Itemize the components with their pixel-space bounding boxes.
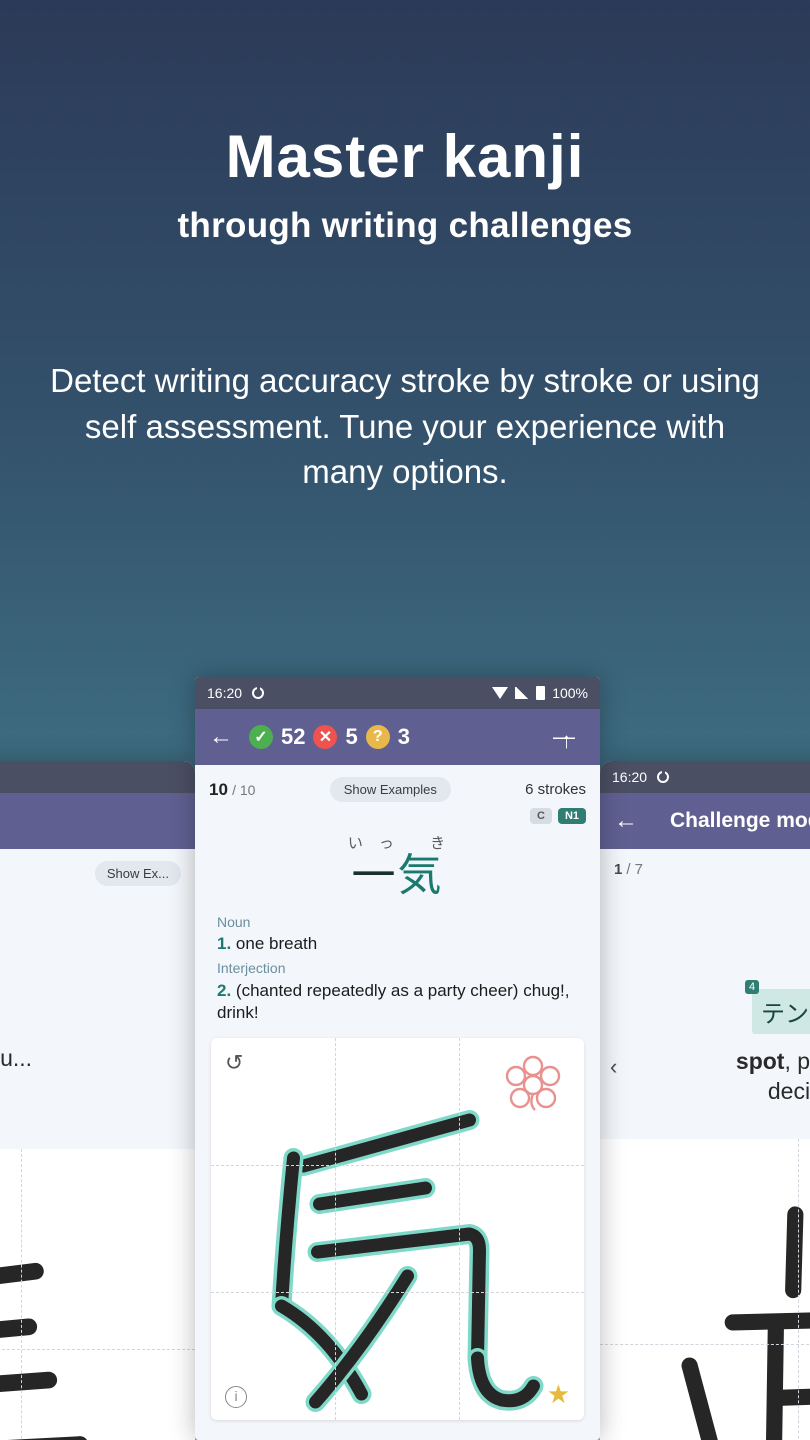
right-definition: spot, point, m decimal: [600, 1047, 810, 1107]
left-status-bar: 16:20: [0, 761, 195, 793]
kanji-char-1: 一: [351, 851, 398, 900]
status-indicator-icon: [657, 770, 670, 783]
hero-section: Master kanji through writing challenges …: [0, 0, 810, 495]
page-body-text: Detect writing accuracy stroke by stroke…: [50, 362, 760, 491]
page-title: Master kanji: [225, 123, 585, 190]
center-status-bar: 16:20 100%: [195, 677, 600, 709]
check-icon: ✓: [249, 725, 273, 749]
center-meta-row: 10 / 10 Show Examples 6 strokes: [195, 765, 600, 806]
definition-rest: , point, m: [784, 1048, 810, 1074]
battery-icon: [536, 686, 546, 700]
right-status-bar: 16:20: [600, 761, 810, 793]
wifi-icon: [492, 687, 509, 699]
definition-number-1: 1.: [217, 934, 232, 954]
wrong-count: 5: [345, 724, 358, 749]
back-icon[interactable]: ←: [209, 725, 233, 749]
card-index: 10: [209, 779, 228, 799]
signal-icon: [515, 687, 530, 699]
left-show-examples-button[interactable]: Show Ex...: [94, 861, 181, 886]
status-time: 16:20: [612, 769, 648, 785]
tag-row: C N1: [195, 806, 600, 824]
part-of-speech-1: Noun: [217, 914, 251, 931]
definitions-block: Noun 1. one breath Interjection 2. (chan…: [195, 903, 600, 1024]
tag-jlpt: N1: [557, 808, 586, 824]
left-drawing-card[interactable]: [0, 1149, 195, 1440]
definition-text-1: one breath: [235, 934, 318, 954]
definition-number-2: 2.: [217, 980, 232, 1000]
right-index: 1: [614, 861, 623, 878]
right-kanji-strokes: [681, 1206, 810, 1440]
center-content: 10 / 10 Show Examples 6 strokes C N1 いっ …: [195, 765, 600, 1440]
left-meta-row: 1 / 10 Show Ex...: [0, 849, 195, 898]
furigana: いっ き: [347, 835, 462, 852]
definition-line2: decimal: [767, 1077, 810, 1104]
kanji-char-2: 気: [397, 851, 444, 900]
definition-entry-2: 2. (chanted repeatedly as a party cheer)…: [217, 980, 578, 1024]
right-content: 1 / 7 4 テン ‹ spot, point, m decimal ◫: [600, 849, 810, 1440]
right-app-title: Challenge mode: [670, 809, 810, 832]
left-kanji-strokes: [0, 1262, 87, 1440]
page-subtitle: through writing challenges: [177, 206, 633, 245]
right-drawing-card[interactable]: ◫: [600, 1139, 810, 1440]
export-icon[interactable]: —↑: [553, 724, 586, 753]
battery-percent: 100%: [552, 685, 588, 701]
right-phone-screenshot: 16:20 ← Challenge mode 1 / 7 4 テン ‹ spot…: [600, 761, 810, 1440]
center-app-bar: ← ✓ 52 ✕ 5 ? 3 —↑: [195, 709, 600, 765]
right-meta-row: 1 / 7: [600, 849, 810, 890]
kana-sup-badge: 4: [745, 980, 760, 994]
left-content: 1 / 10 Show Ex... ヒ ≡ evalu...: [0, 849, 195, 1440]
score-chips: ✓ 52 ✕ 5 ? 3: [249, 724, 410, 750]
unknown-count: 3: [397, 724, 410, 749]
left-app-bar: ← ◎ 0 ❊ 0 ❊: [0, 793, 195, 849]
definition-entry-1: 1. one breath: [217, 933, 578, 955]
drawing-canvas[interactable]: ↺ i ★: [211, 1037, 584, 1420]
stroke-count: 6 strokes: [525, 781, 586, 798]
definition-text-2: (chanted repeatedly as a party cheer) ch…: [217, 980, 570, 1022]
correct-count: 52: [281, 724, 306, 749]
right-total: / 7: [626, 861, 644, 878]
part-of-speech-2: Interjection: [217, 960, 286, 977]
word-block: いっ き 一気: [195, 824, 600, 903]
status-indicator-icon: [252, 686, 265, 699]
kanji-word: 一気: [195, 851, 600, 900]
right-app-bar: ← Challenge mode: [600, 793, 810, 849]
question-icon: ?: [365, 725, 390, 749]
show-examples-button[interactable]: Show Examples: [329, 777, 451, 802]
kana-text: テン: [761, 1001, 809, 1028]
center-phone-screenshot: 16:20 100% ← ✓ 52 ✕ 5 ? 3 —↑ 10 / 10 Sho…: [195, 677, 600, 1440]
back-icon[interactable]: ←: [614, 809, 638, 833]
info-icon[interactable]: i: [225, 1385, 247, 1408]
left-phone-screenshot: 16:20 ← ◎ 0 ❊ 0 ❊ 1 / 10 Show Ex... ヒ ≡ …: [0, 761, 195, 1440]
status-time: 16:20: [207, 685, 243, 701]
card-total: / 10: [232, 781, 256, 798]
star-icon[interactable]: ★: [547, 1379, 570, 1410]
close-icon: ✕: [313, 725, 338, 749]
undo-icon[interactable]: ↺: [225, 1050, 243, 1076]
right-kana-chip: 4 テン: [745, 980, 810, 1034]
tag-common: C: [529, 808, 552, 824]
definition-bold: spot: [735, 1048, 785, 1074]
flower-icon[interactable]: [498, 1052, 568, 1118]
left-word-line: evalu...: [0, 1045, 33, 1071]
